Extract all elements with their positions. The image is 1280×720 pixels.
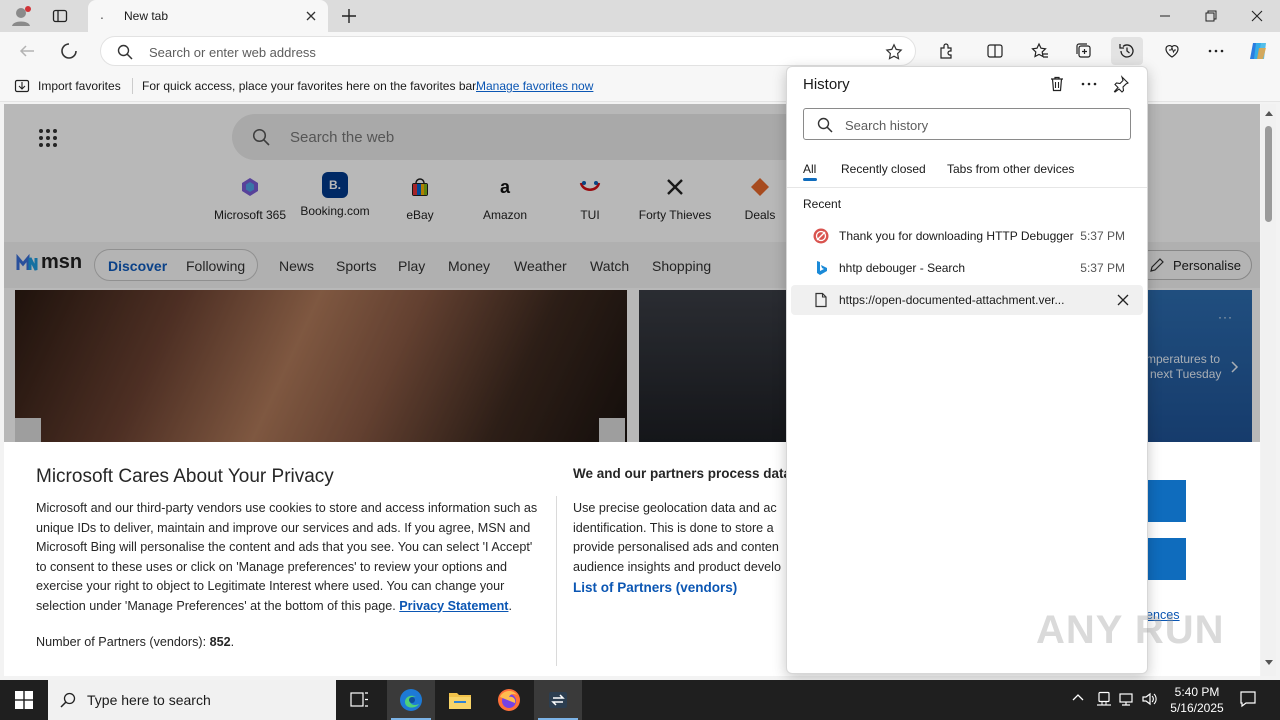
- history-item-time: 5:37 PM: [1080, 261, 1125, 275]
- history-search-input[interactable]: Search history: [803, 108, 1131, 140]
- history-item-title: https://open-documented-attachment.ver..…: [839, 293, 1065, 307]
- search-icon: [60, 692, 76, 708]
- bing-icon: [813, 260, 829, 276]
- close-window-button[interactable]: [1234, 0, 1280, 32]
- history-item[interactable]: Thank you for downloading HTTP Debugger …: [791, 221, 1143, 251]
- history-title: History: [803, 76, 850, 93]
- clock-date: 5/16/2025: [1170, 701, 1224, 715]
- history-item-title: hhtp debouger - Search: [839, 261, 966, 275]
- privacy-statement-link[interactable]: Privacy Statement: [399, 599, 508, 613]
- new-tab-button[interactable]: [340, 7, 358, 25]
- network-icon[interactable]: [1118, 691, 1134, 707]
- browser-toolbar: Search or enter web address: [0, 32, 1280, 70]
- windows-taskbar: Type here to search 5:40 PM 5/16/2025: [0, 680, 1280, 720]
- scrollbar-thumb[interactable]: [1265, 126, 1272, 222]
- split-screen-icon[interactable]: [979, 37, 1011, 65]
- history-item-title: Thank you for downloading HTTP Debugger: [839, 229, 1074, 243]
- consent-body: Microsoft and our third-party vendors us…: [36, 499, 544, 616]
- partners-count-suffix: .: [230, 635, 235, 649]
- favorites-icon[interactable]: [1024, 37, 1056, 65]
- page-icon: [813, 292, 829, 308]
- tab-all[interactable]: All: [803, 162, 816, 176]
- reject-button[interactable]: [1146, 538, 1186, 580]
- favbar-separator: [132, 78, 133, 94]
- history-search-placeholder: Search history: [845, 118, 929, 133]
- favorites-bar-message: For quick access, place your favorites h…: [142, 79, 479, 93]
- search-icon: [117, 44, 133, 60]
- taskbar-http-debugger[interactable]: [534, 680, 582, 720]
- partners-count-line: Number of Partners (vendors): 852.: [36, 635, 234, 649]
- task-view-icon[interactable]: [336, 680, 384, 720]
- history-panel: History Search history All Recently clos…: [786, 66, 1148, 674]
- accept-button[interactable]: [1146, 480, 1186, 522]
- browser-essentials-icon[interactable]: [1156, 37, 1188, 65]
- delete-history-icon[interactable]: [1045, 73, 1069, 95]
- back-button[interactable]: [18, 42, 36, 60]
- clock-time: 5:40 PM: [1174, 685, 1220, 699]
- address-bar[interactable]: Search or enter web address: [100, 36, 916, 66]
- recent-section-label: Recent: [803, 197, 842, 211]
- restore-button[interactable]: [1188, 0, 1234, 32]
- taskbar-search-placeholder: Type here to search: [87, 692, 211, 708]
- profile-icon[interactable]: [10, 5, 32, 27]
- address-placeholder: Search or enter web address: [149, 45, 316, 60]
- search-icon: [817, 117, 833, 133]
- consent-period: .: [508, 598, 512, 613]
- copilot-icon[interactable]: [1242, 37, 1274, 65]
- tab-actions-icon[interactable]: [52, 8, 68, 24]
- manage-favorites-link[interactable]: Manage favorites now: [476, 79, 593, 93]
- taskbar-file-explorer[interactable]: [436, 680, 484, 720]
- history-divider: [787, 187, 1147, 188]
- notifications-icon[interactable]: [1239, 690, 1257, 708]
- history-item[interactable]: https://open-documented-attachment.ver..…: [791, 285, 1143, 315]
- taskbar-search-box[interactable]: Type here to search: [48, 680, 336, 720]
- collections-icon[interactable]: [1068, 37, 1100, 65]
- page-scrollbar[interactable]: [1261, 104, 1276, 676]
- volume-icon[interactable]: [1141, 691, 1159, 707]
- tab-title: New tab: [124, 9, 169, 23]
- active-tab-indicator: [803, 178, 817, 181]
- http-debugger-favicon: [813, 228, 829, 244]
- consent-title: Microsoft Cares About Your Privacy: [36, 466, 334, 487]
- tab-recently-closed[interactable]: Recently closed: [841, 162, 926, 176]
- taskbar-firefox[interactable]: [485, 680, 533, 720]
- history-more-options-icon[interactable]: [1077, 73, 1101, 95]
- more-options-icon[interactable]: [1200, 37, 1232, 65]
- anyrun-watermark: ANY RUN: [1036, 608, 1225, 652]
- close-tab-icon[interactable]: [304, 9, 318, 23]
- pin-panel-icon[interactable]: [1109, 73, 1133, 95]
- remove-history-item-icon[interactable]: [1115, 292, 1131, 308]
- scroll-up-arrow-icon[interactable]: [1265, 110, 1273, 116]
- tab-strip: . New tab: [0, 0, 1280, 32]
- minimize-button[interactable]: [1142, 0, 1188, 32]
- consent-right-title: We and our partners process data: [573, 466, 792, 481]
- import-favorites-icon[interactable]: [14, 78, 30, 94]
- tab-new-tab[interactable]: . New tab: [88, 0, 328, 32]
- start-button[interactable]: [0, 680, 48, 720]
- tab-favicon: .: [100, 6, 104, 22]
- scroll-down-arrow-icon[interactable]: [1265, 660, 1273, 666]
- tab-other-devices[interactable]: Tabs from other devices: [947, 162, 1074, 176]
- partners-count-value: 852: [209, 635, 231, 649]
- consent-body-text: Microsoft and our third-party vendors us…: [36, 501, 538, 613]
- partners-count-label: Number of Partners (vendors):: [36, 635, 210, 649]
- consent-divider: [556, 496, 557, 666]
- history-item[interactable]: hhtp debouger - Search 5:37 PM: [791, 253, 1143, 283]
- system-clock[interactable]: 5:40 PM 5/16/2025: [1164, 684, 1230, 716]
- consent-right-body: Use precise geolocation data and ac iden…: [573, 501, 781, 574]
- security-icon[interactable]: [1096, 691, 1112, 707]
- list-of-partners-link[interactable]: List of Partners (vendors): [573, 580, 737, 595]
- stop-loading-icon[interactable]: [60, 42, 78, 60]
- history-icon[interactable]: [1111, 37, 1143, 65]
- extensions-icon[interactable]: [931, 37, 963, 65]
- taskbar-edge[interactable]: [387, 680, 435, 720]
- history-item-time: 5:37 PM: [1080, 229, 1125, 243]
- favorite-star-icon[interactable]: [885, 43, 903, 61]
- show-hidden-icons-chevron-icon[interactable]: [1071, 691, 1085, 705]
- import-favorites-button[interactable]: Import favorites: [38, 79, 121, 93]
